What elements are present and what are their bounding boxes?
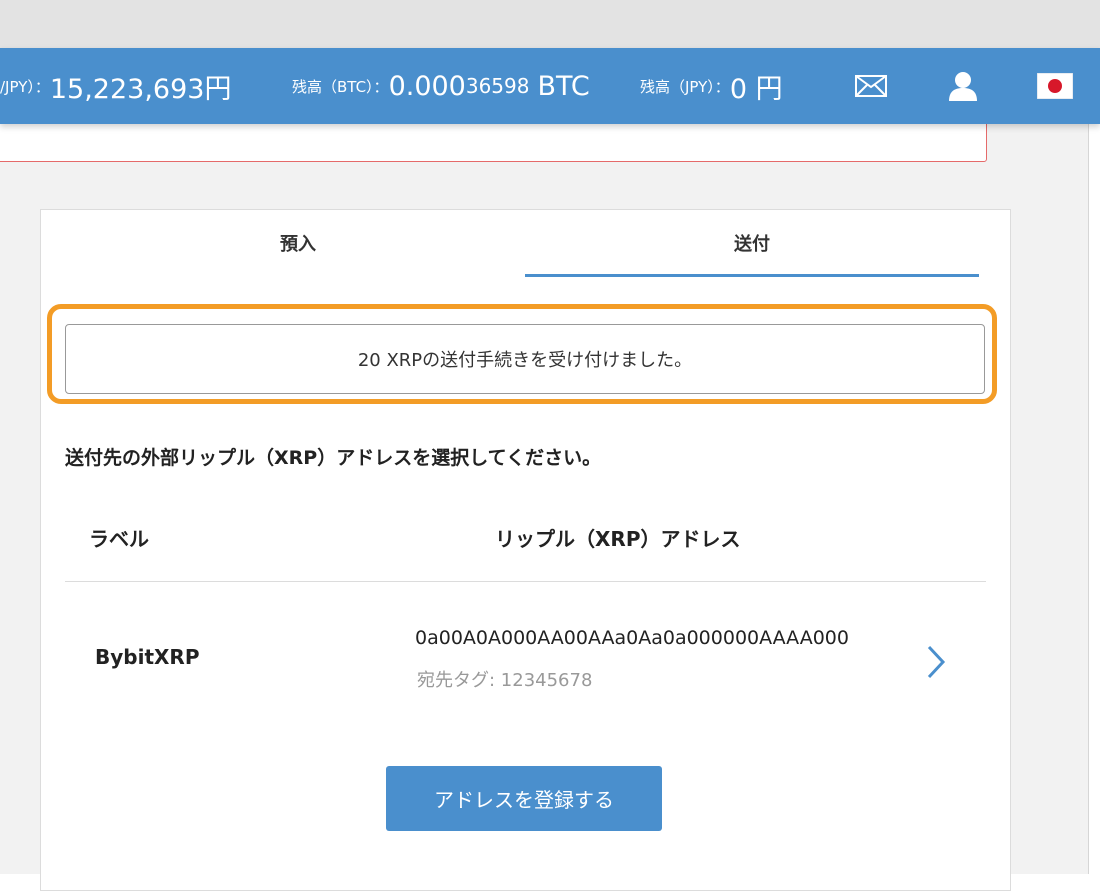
mail-icon[interactable]: [854, 74, 888, 98]
register-address-button[interactable]: アドレスを登録する: [386, 766, 662, 831]
row-destination-tag: 宛先タグ: 12345678: [417, 666, 592, 692]
rate-label: /JPY）：: [0, 77, 50, 96]
btc-balance: 残高（BTC）： 0.000 36598 BTC: [292, 48, 590, 124]
jpy-balance-label: 残高（JPY）：: [640, 77, 730, 96]
tab-send[interactable]: 送付: [525, 210, 979, 276]
row-label: BybitXRP: [95, 645, 200, 669]
jpy-balance: 残高（JPY）： 0 円: [640, 48, 783, 124]
btc-unit: BTC: [537, 70, 590, 102]
main-content-area: 預入 送付 20 XRPの送付手続きを受け付けました。 送付先の外部リップル（X…: [0, 114, 1089, 891]
user-icon[interactable]: [946, 70, 980, 102]
btc-balance-strong: 0.000: [388, 70, 466, 102]
jpy-balance-value: 0 円: [729, 73, 783, 105]
destination-tag-label: 宛先タグ:: [417, 670, 501, 691]
row-address: 0a00A0A000AA00AAa0Aa0a000000AAAA000: [415, 627, 849, 649]
japan-flag-icon[interactable]: [1036, 72, 1074, 100]
chevron-right-icon[interactable]: [925, 644, 947, 684]
active-tab-indicator: [525, 274, 979, 277]
rate-display: /JPY）： 15,223,693円: [0, 48, 231, 124]
table-row[interactable]: BybitXRP 0a00A0A000AA00AAa0Aa0a000000AAA…: [65, 582, 986, 732]
btc-balance-rest: 36598: [465, 74, 530, 98]
browser-top-bar: [0, 0, 1100, 48]
success-notice: 20 XRPの送付手続きを受け付けました。: [65, 324, 985, 394]
tab-deposit[interactable]: 預入: [71, 210, 525, 276]
header-bar: /JPY）： 15,223,693円 残高（BTC）： 0.000 36598 B…: [0, 48, 1100, 124]
rate-value: 15,223,693円: [49, 73, 232, 105]
column-header-label: ラベル: [89, 527, 149, 551]
btc-balance-label: 残高（BTC）：: [292, 77, 389, 96]
transfer-card: 預入 送付 20 XRPの送付手続きを受け付けました。 送付先の外部リップル（X…: [40, 209, 1011, 891]
instruction-text: 送付先の外部リップル（XRP）アドレスを選択してください。: [65, 447, 602, 469]
destination-tag-value: 12345678: [500, 670, 593, 691]
column-header-address: リップル（XRP）アドレス: [495, 527, 741, 551]
